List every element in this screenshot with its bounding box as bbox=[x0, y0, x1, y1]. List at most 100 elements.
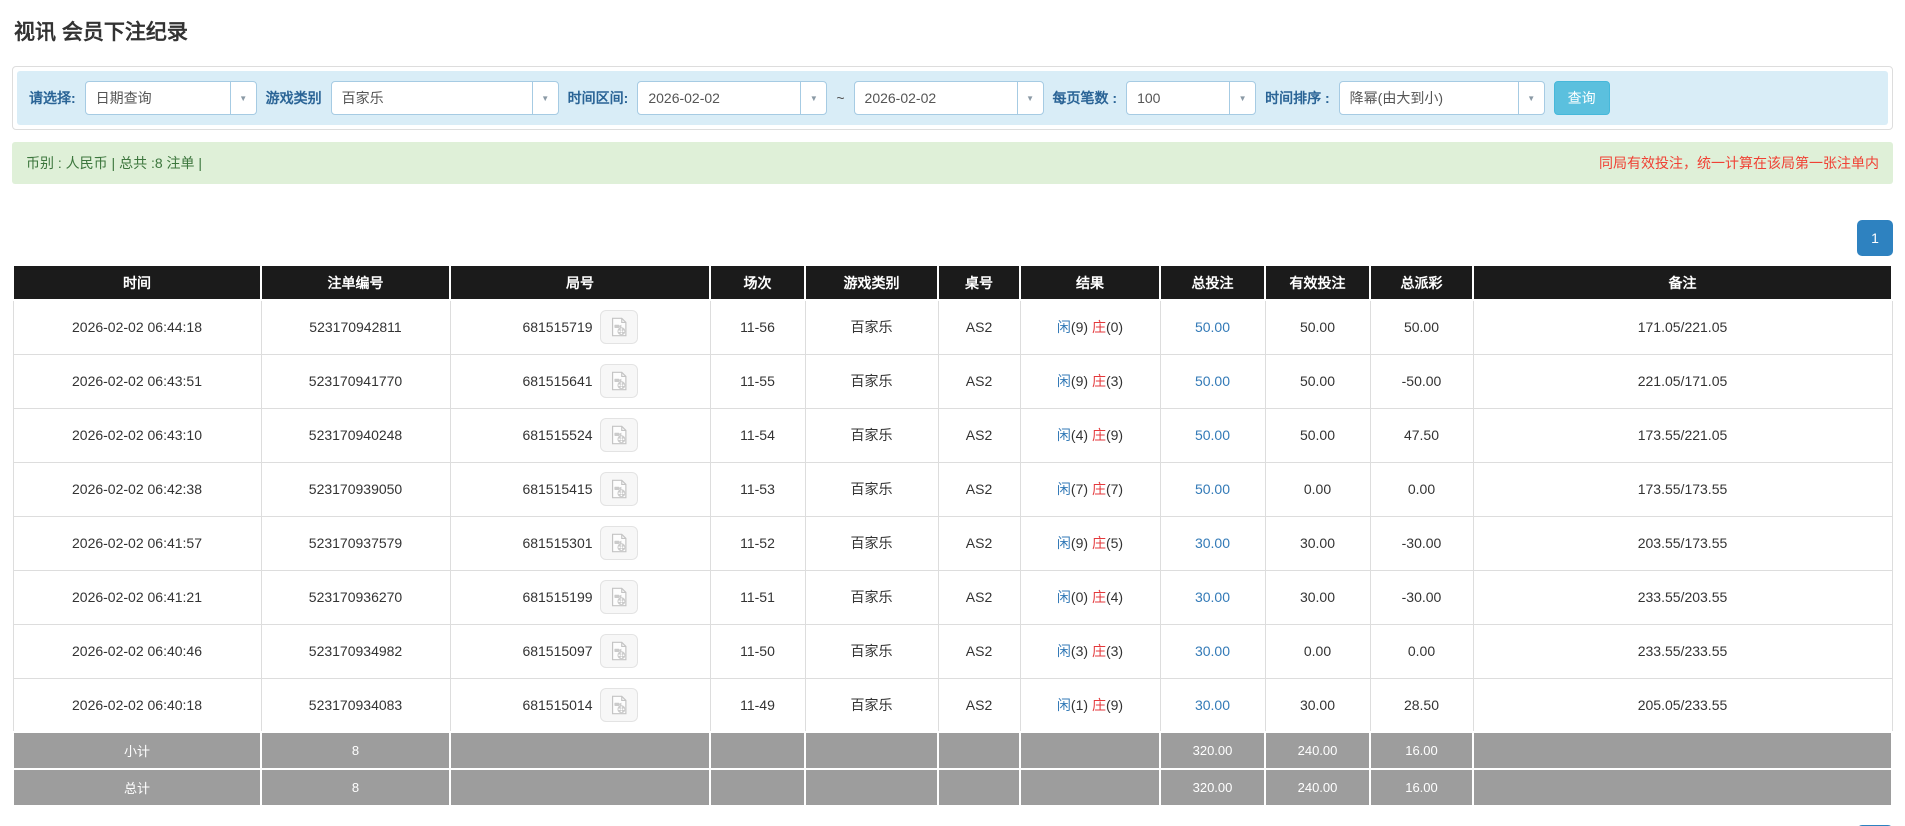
video-replay-button[interactable] bbox=[599, 472, 638, 506]
result-player-score: (9) bbox=[1070, 535, 1089, 551]
round-id-value: 681515097 bbox=[522, 643, 593, 659]
cell-time: 2026-02-02 06:40:18 bbox=[12, 677, 262, 733]
cell-payout: 28.50 bbox=[1369, 677, 1474, 733]
video-replay-button[interactable] bbox=[599, 418, 638, 452]
cell-round-id: 681515641 bbox=[449, 353, 711, 409]
total-count: 8 bbox=[260, 768, 451, 807]
total-label: 总计 bbox=[12, 768, 262, 807]
date-to-select[interactable]: 2026-02-02 ▼ bbox=[853, 81, 1044, 115]
query-button[interactable]: 查询 bbox=[1553, 81, 1610, 115]
cell-valid-bet: 30.00 bbox=[1264, 677, 1371, 733]
total-bet-link[interactable]: 30.00 bbox=[1195, 589, 1230, 605]
chevron-down-icon: ▼ bbox=[229, 82, 256, 114]
game-type-label: 游戏类别 bbox=[265, 90, 322, 106]
sort-order-value: 降幂(由大到小) bbox=[1349, 90, 1443, 106]
select-mode-label: 请选择: bbox=[29, 90, 76, 106]
cell-total-bet: 30.00 bbox=[1159, 623, 1266, 679]
date-to-value: 2026-02-02 bbox=[864, 90, 937, 106]
result-player-label: 闲 bbox=[1056, 319, 1071, 336]
game-type-value: 百家乐 bbox=[341, 90, 384, 106]
total-bet-link[interactable]: 50.00 bbox=[1195, 481, 1230, 497]
result-banker-label: 庄 bbox=[1091, 643, 1106, 659]
chevron-down-icon: ▼ bbox=[1016, 82, 1043, 114]
video-file-icon bbox=[611, 317, 627, 337]
cell-result: 闲(9) 庄(0) bbox=[1019, 299, 1161, 355]
round-id-value: 681515014 bbox=[522, 696, 593, 713]
cell-session: 11-51 bbox=[709, 569, 806, 625]
col-header-remark: 备注 bbox=[1472, 264, 1893, 301]
total-bet-link[interactable]: 50.00 bbox=[1195, 427, 1230, 443]
cell-bet-id: 523170934083 bbox=[260, 677, 451, 733]
video-replay-button[interactable] bbox=[599, 526, 638, 560]
date-from-select[interactable]: 2026-02-02 ▼ bbox=[637, 81, 828, 115]
chevron-down-icon: ▼ bbox=[531, 82, 558, 114]
game-type-select[interactable]: 百家乐 ▼ bbox=[330, 81, 559, 115]
total-bet-link[interactable]: 30.00 bbox=[1195, 535, 1230, 551]
cell-round-id: 681515014 bbox=[449, 677, 711, 733]
filter-panel: 请选择: 日期查询 ▼ 游戏类别 百家乐 ▼ 时间区间: 2026-02-02 … bbox=[12, 66, 1893, 130]
video-replay-button[interactable] bbox=[599, 687, 638, 722]
result-player-label: 闲 bbox=[1056, 535, 1071, 551]
video-replay-button[interactable] bbox=[599, 580, 638, 614]
query-mode-select[interactable]: 日期查询 ▼ bbox=[84, 81, 257, 115]
subtotal-valid-bet: 240.00 bbox=[1264, 731, 1371, 770]
video-file-icon bbox=[611, 371, 627, 391]
cell-session: 11-53 bbox=[709, 461, 806, 517]
cell-payout: 50.00 bbox=[1369, 299, 1474, 355]
result-player-label: 闲 bbox=[1056, 373, 1071, 389]
col-header-time: 时间 bbox=[12, 264, 262, 301]
page-size-select[interactable]: 100 ▼ bbox=[1126, 81, 1257, 115]
cell-payout: -30.00 bbox=[1369, 569, 1474, 625]
video-replay-button[interactable] bbox=[599, 364, 638, 398]
cell-round-id: 681515415 bbox=[449, 461, 711, 517]
cell-bet-id: 523170941770 bbox=[260, 353, 451, 409]
result-banker-score: (3) bbox=[1105, 643, 1124, 659]
col-header-game-type: 游戏类别 bbox=[804, 264, 939, 301]
cell-bet-id: 523170939050 bbox=[260, 461, 451, 517]
subtotal-total-bet: 320.00 bbox=[1159, 731, 1266, 770]
sort-order-select[interactable]: 降幂(由大到小) ▼ bbox=[1338, 81, 1545, 115]
video-file-icon bbox=[611, 533, 627, 553]
cell-total-bet: 30.00 bbox=[1159, 569, 1266, 625]
cell-bet-id: 523170937579 bbox=[260, 515, 451, 571]
video-replay-button[interactable] bbox=[599, 634, 638, 668]
cell-game-type: 百家乐 bbox=[804, 461, 939, 517]
result-player-score: (9) bbox=[1070, 373, 1089, 389]
result-banker-label: 庄 bbox=[1091, 696, 1106, 713]
cell-time: 2026-02-02 06:43:51 bbox=[12, 353, 262, 409]
cell-time: 2026-02-02 06:43:10 bbox=[12, 407, 262, 463]
cell-remark: 221.05/171.05 bbox=[1472, 353, 1893, 409]
cell-session: 11-50 bbox=[709, 623, 806, 679]
cell-time: 2026-02-02 06:44:18 bbox=[12, 299, 262, 355]
cell-bet-id: 523170934982 bbox=[260, 623, 451, 679]
page-size-value: 100 bbox=[1137, 90, 1161, 106]
cell-table-no: AS2 bbox=[937, 623, 1021, 679]
cell-round-id: 681515524 bbox=[449, 407, 711, 463]
cell-table-no: AS2 bbox=[937, 461, 1021, 517]
total-row: 总计 8 320.00 240.00 16.00 bbox=[12, 768, 1893, 807]
cell-valid-bet: 50.00 bbox=[1264, 299, 1371, 355]
cell-result: 闲(9) 庄(3) bbox=[1019, 353, 1161, 409]
table-row: 2026-02-02 06:40:46 523170934982 6815150… bbox=[12, 623, 1893, 679]
page-1-button[interactable]: 1 bbox=[1857, 220, 1893, 256]
result-banker-score: (0) bbox=[1105, 319, 1124, 336]
total-bet-link[interactable]: 30.00 bbox=[1195, 643, 1230, 659]
cell-payout: -50.00 bbox=[1369, 353, 1474, 409]
total-bet-link[interactable]: 50.00 bbox=[1195, 319, 1230, 335]
result-player-score: (9) bbox=[1070, 319, 1089, 336]
total-bet-link[interactable]: 50.00 bbox=[1195, 373, 1230, 389]
cell-game-type: 百家乐 bbox=[804, 677, 939, 733]
cell-valid-bet: 50.00 bbox=[1264, 407, 1371, 463]
cell-table-no: AS2 bbox=[937, 569, 1021, 625]
cell-remark: 233.55/203.55 bbox=[1472, 569, 1893, 625]
result-banker-score: (4) bbox=[1105, 589, 1124, 605]
cell-result: 闲(3) 庄(3) bbox=[1019, 623, 1161, 679]
video-replay-button[interactable] bbox=[599, 310, 638, 345]
result-player-score: (7) bbox=[1070, 481, 1089, 497]
cell-result: 闲(4) 庄(9) bbox=[1019, 407, 1161, 463]
cell-valid-bet: 0.00 bbox=[1264, 461, 1371, 517]
cell-payout: 0.00 bbox=[1369, 623, 1474, 679]
cell-payout: -30.00 bbox=[1369, 515, 1474, 571]
cell-result: 闲(9) 庄(5) bbox=[1019, 515, 1161, 571]
total-bet-link[interactable]: 30.00 bbox=[1195, 697, 1230, 713]
